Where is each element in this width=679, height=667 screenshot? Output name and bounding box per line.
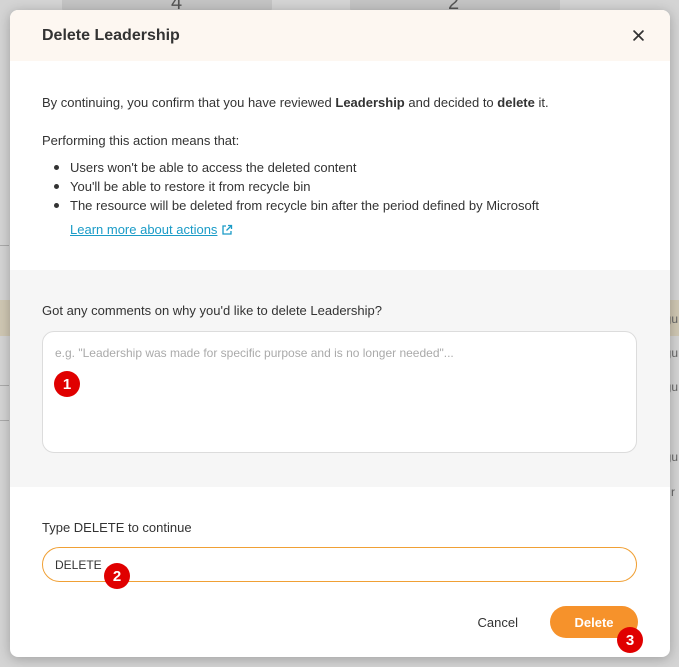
list-item: Users won't be able to access the delete… [54,158,638,177]
confirm-input[interactable] [42,547,637,582]
confirmation-text: By continuing, you confirm that you have… [10,61,670,110]
step-marker-1: 1 [54,371,80,397]
dialog-header: Delete Leadership [10,10,670,61]
action-effects: Performing this action means that: Users… [10,110,670,237]
list-item: The resource will be deleted from recycl… [54,196,638,215]
close-button[interactable] [626,24,650,48]
dialog-title: Delete Leadership [42,26,180,44]
intro-middle: and decided to [404,95,498,110]
resource-name: Leadership [335,95,405,110]
step-marker-2: 2 [104,563,130,589]
comments-section: Got any comments on why you'd like to de… [10,270,670,487]
comments-label: Got any comments on why you'd like to de… [42,303,382,318]
intro-suffix: it. [534,95,549,110]
learn-more-link[interactable]: Learn more about actions [70,222,233,237]
list-item: You'll be able to restore it from recycl… [54,177,638,196]
dialog-footer: Cancel Delete [470,606,638,638]
delete-dialog: Delete Leadership By continuing, you con… [10,10,670,657]
learn-more-label: Learn more about actions [70,222,218,237]
close-icon [632,30,644,41]
effects-heading: Performing this action means that: [42,133,240,148]
confirm-section: Type DELETE to continue [42,520,637,582]
external-link-icon [222,224,233,235]
background-divider [0,420,9,421]
cancel-button[interactable]: Cancel [470,609,526,636]
action-name: delete [497,95,535,110]
background-divider [0,245,9,246]
intro-prefix: By continuing, you confirm that you have… [42,95,336,110]
background-divider [0,385,9,386]
effects-list: Users won't be able to access the delete… [42,158,638,215]
comments-textarea[interactable] [42,331,637,453]
confirm-label: Type DELETE to continue [42,520,192,535]
step-marker-3: 3 [617,627,643,653]
background-text: r [671,485,675,499]
